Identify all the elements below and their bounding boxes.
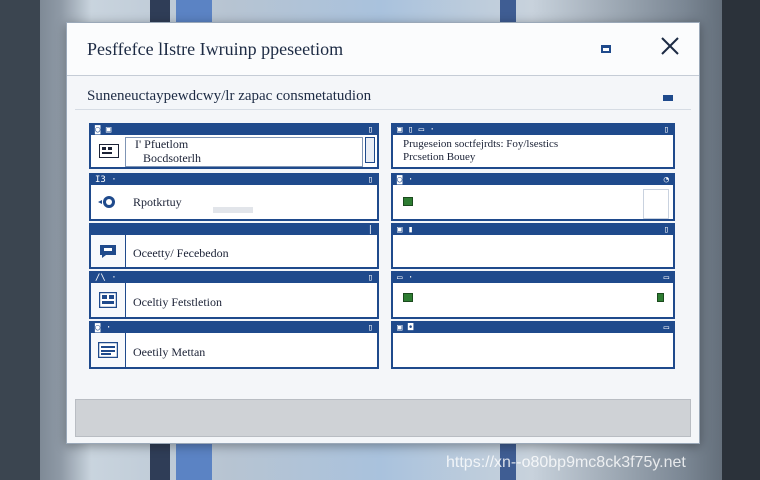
panel-header: ◙ · ▯	[91, 323, 377, 333]
right-panel-1[interactable]: ▣ ▯ ▭ · ▯ Prugeseion soctfejrdts: Foy/ls…	[391, 123, 675, 169]
dialog-window: Pesffefce lIstre Iwruinp ppeseetiom Sune…	[66, 22, 700, 444]
panel-label: Oceltiy Fetstletion	[133, 295, 222, 309]
refresh-icon	[91, 185, 125, 219]
left-panel-1[interactable]: ◙ ▣ ▯ I' Pfuetlom Bocdsoterlh	[89, 123, 379, 169]
panel-sublabel: Bocdsoterlh	[143, 151, 201, 165]
panel-label: Rpotkrtuy	[133, 195, 182, 209]
scrollbar[interactable]	[365, 137, 375, 163]
panel-header: /\ · ▯	[91, 273, 377, 283]
left-panel-3[interactable]: | Oceetty/ Fecebedon	[89, 223, 379, 269]
right-panel-3[interactable]: ▣ ▮ ▯	[391, 223, 675, 269]
panel-label: I' Pfuetlom	[135, 137, 189, 151]
background-stripe	[722, 0, 760, 480]
panel-label: Oceetty/ Fecebedon	[133, 246, 229, 260]
dialog-title: Pesffefce lIstre Iwruinp ppeseetiom	[87, 39, 344, 59]
text-field[interactable]	[643, 189, 669, 219]
footer-bar[interactable]	[75, 399, 691, 437]
panel-header: ◙ · ◔	[393, 175, 673, 185]
panel-header: ▣ ▯ ▭ · ▯	[393, 125, 673, 135]
divider	[75, 109, 691, 110]
status-icon	[403, 197, 413, 206]
panel-label: Prugeseion soctfejrdts: Foy/lsestics	[403, 138, 559, 150]
dialog-subtitle: Suneneuctaypewdcwy/lr zapac consmetatudi…	[87, 88, 372, 104]
grid-icon	[91, 283, 126, 317]
watermark: https://xn--o80bp9mc8ck3f75y.net	[446, 454, 686, 471]
list-icon	[91, 333, 126, 367]
right-panel-4[interactable]: ▭ · ▭	[391, 271, 675, 319]
background-stripe	[0, 0, 40, 480]
panel-header: ▭ · ▭	[393, 273, 673, 283]
close-icon[interactable]	[659, 35, 681, 57]
progress-track	[213, 207, 253, 213]
panel-header: ▣ ◘ ▭	[393, 323, 673, 333]
status-icon	[657, 293, 664, 302]
collapse-icon[interactable]	[663, 95, 673, 101]
panel-header: ◙ ▣ ▯	[91, 125, 377, 135]
right-panel-2[interactable]: ◙ · ◔	[391, 173, 675, 221]
chat-icon	[91, 235, 126, 267]
panel-sublabel: Prcsetion Bouey	[403, 151, 476, 163]
panel-header: I3 · ▯	[91, 175, 377, 185]
right-panel-5[interactable]: ▣ ◘ ▭	[391, 321, 675, 369]
status-icon	[403, 293, 413, 302]
panel-header: ▣ ▮ ▯	[393, 225, 673, 235]
window-icon[interactable]	[601, 45, 611, 53]
dialog-titlebar: Pesffefce lIstre Iwruinp ppeseetiom	[67, 23, 699, 76]
panel-header: |	[91, 225, 377, 235]
panel-label: Oeetily Mettan	[133, 345, 206, 359]
grid-icon	[97, 135, 121, 167]
left-panel-5[interactable]: ◙ · ▯ Oeetily Mettan	[89, 321, 379, 369]
left-panel-2[interactable]: I3 · ▯ Rpotkrtuy	[89, 173, 379, 221]
left-panel-4[interactable]: /\ · ▯ Oceltiy Fetstletion	[89, 271, 379, 319]
